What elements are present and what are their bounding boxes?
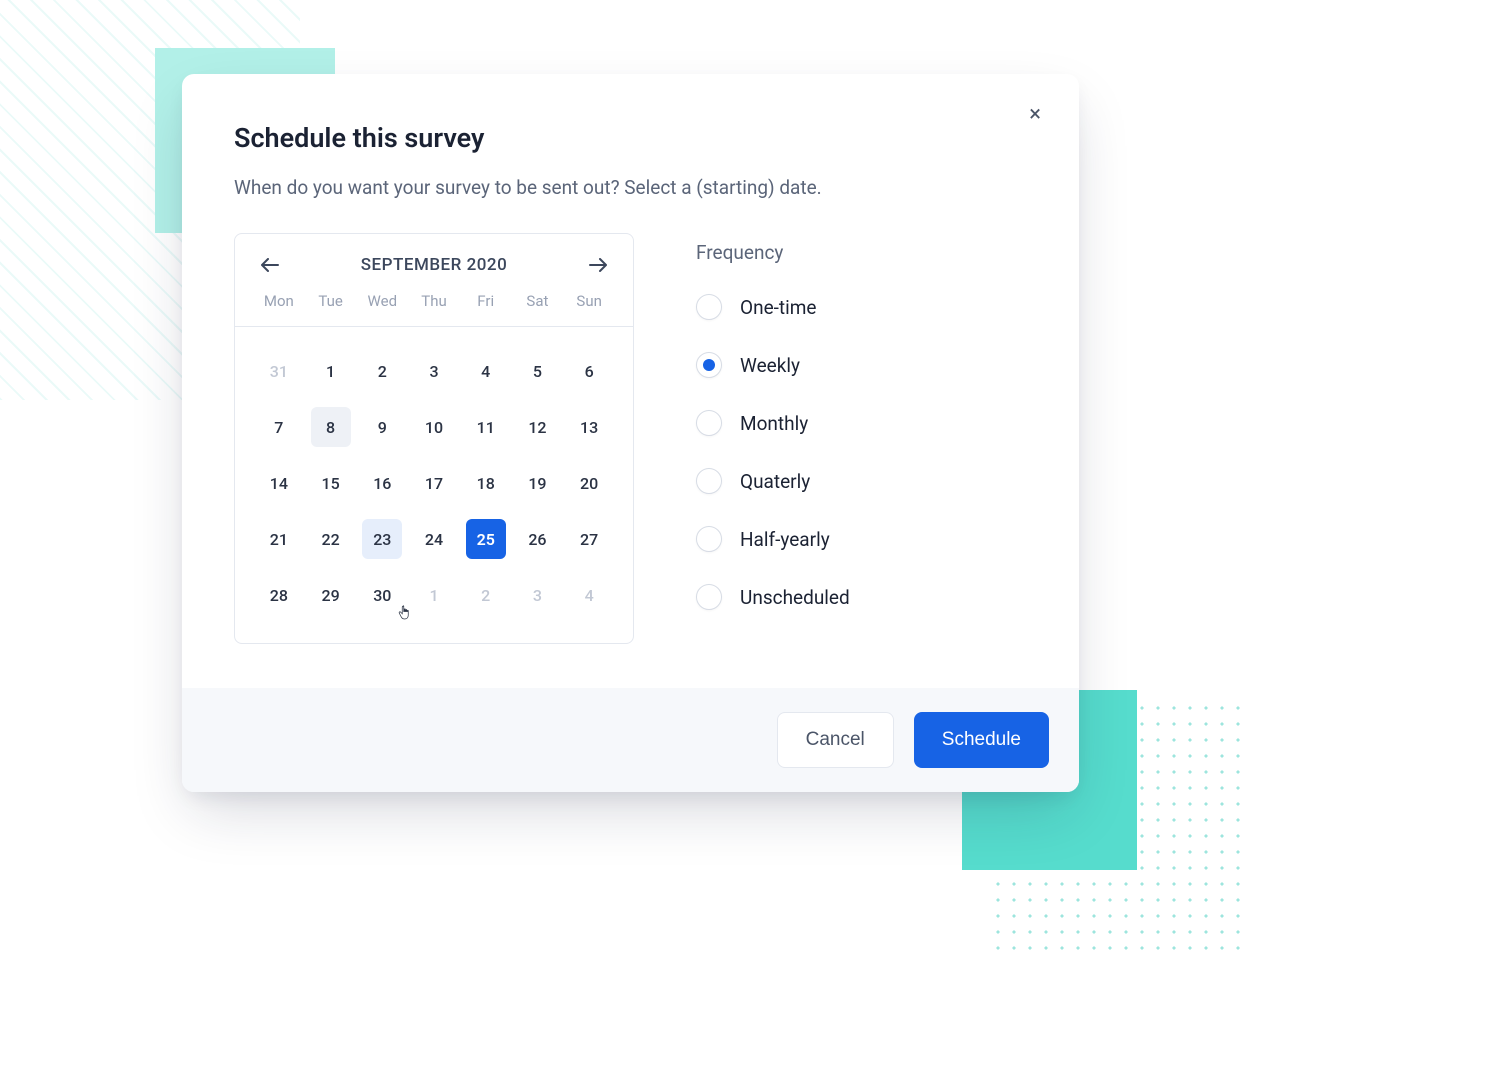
radio-icon [696,352,722,378]
calendar-day[interactable]: 31 [259,351,299,391]
calendar-day[interactable]: 18 [466,463,506,503]
cancel-button[interactable]: Cancel [777,712,894,768]
calendar-day[interactable]: 25 [466,519,506,559]
frequency-option[interactable]: Unscheduled [696,584,1027,610]
calendar-grid: 3112345678910111213141516171819202122232… [235,327,633,643]
calendar-day[interactable]: 22 [311,519,351,559]
calendar-dow-label: Sat [512,292,564,310]
frequency-option[interactable]: Weekly [696,352,1027,378]
calendar-dow-label: Sun [563,292,615,310]
frequency-option-label: One-time [740,296,816,319]
calendar-day[interactable]: 11 [466,407,506,447]
frequency-option[interactable]: One-time [696,294,1027,320]
frequency-option[interactable]: Quaterly [696,468,1027,494]
prev-month-button[interactable] [257,254,283,276]
calendar-day[interactable]: 10 [414,407,454,447]
calendar-dow-label: Fri [460,292,512,310]
schedule-survey-modal: × Schedule this survey When do you want … [182,74,1079,792]
calendar-day[interactable]: 26 [517,519,557,559]
calendar-day[interactable]: 19 [517,463,557,503]
calendar-day[interactable]: 27 [569,519,609,559]
calendar-day[interactable]: 4 [466,351,506,391]
radio-icon [696,584,722,610]
calendar-dow-label: Mon [253,292,305,310]
frequency-panel: Frequency One-time Weekly Monthly Quaterly H… [696,233,1027,644]
arrow-left-icon [261,258,279,272]
calendar-day[interactable]: 4 [569,575,609,615]
modal-subtitle: When do you want your survey to be sent … [234,176,1027,199]
radio-icon [696,410,722,436]
calendar-dow-label: Tue [305,292,357,310]
radio-icon [696,294,722,320]
calendar-day[interactable]: 1 [311,351,351,391]
frequency-option[interactable]: Half-yearly [696,526,1027,552]
calendar-day[interactable]: 17 [414,463,454,503]
calendar-day[interactable]: 28 [259,575,299,615]
calendar-day[interactable]: 7 [259,407,299,447]
calendar-day[interactable]: 13 [569,407,609,447]
calendar-day[interactable]: 2 [466,575,506,615]
frequency-option[interactable]: Monthly [696,410,1027,436]
calendar-day[interactable]: 30 [362,575,402,615]
calendar-day[interactable]: 6 [569,351,609,391]
calendar-day[interactable]: 23 [362,519,402,559]
next-month-button[interactable] [585,254,611,276]
frequency-option-label: Unscheduled [740,586,850,609]
arrow-right-icon [589,258,607,272]
calendar-day[interactable]: 9 [362,407,402,447]
frequency-option-label: Weekly [740,354,800,377]
calendar-day[interactable]: 1 [414,575,454,615]
calendar-day[interactable]: 3 [517,575,557,615]
frequency-option-label: Quaterly [740,470,810,493]
calendar-day[interactable]: 21 [259,519,299,559]
schedule-button[interactable]: Schedule [914,712,1049,768]
calendar-day[interactable]: 29 [311,575,351,615]
modal-body: Schedule this survey When do you want yo… [182,74,1079,688]
calendar-day[interactable]: 20 [569,463,609,503]
calendar-day[interactable]: 5 [517,351,557,391]
calendar-month-label: SEPTEMBER 2020 [361,255,508,275]
frequency-title: Frequency [696,241,1027,264]
calendar-day[interactable]: 2 [362,351,402,391]
modal-footer: Cancel Schedule [182,688,1079,792]
calendar-day[interactable]: 8 [311,407,351,447]
frequency-options: One-time Weekly Monthly Quaterly Half-yearly… [696,294,1027,610]
calendar-day[interactable]: 12 [517,407,557,447]
close-icon[interactable]: × [1023,96,1047,133]
radio-icon [696,468,722,494]
calendar-day[interactable]: 15 [311,463,351,503]
calendar: SEPTEMBER 2020 MonTueWedThuFriSatSun 311… [234,233,634,644]
calendar-day[interactable]: 16 [362,463,402,503]
frequency-option-label: Monthly [740,412,808,435]
frequency-option-label: Half-yearly [740,528,830,551]
calendar-day[interactable]: 24 [414,519,454,559]
modal-title: Schedule this survey [234,122,1027,154]
calendar-day[interactable]: 14 [259,463,299,503]
calendar-day[interactable]: 3 [414,351,454,391]
radio-icon [696,526,722,552]
calendar-day-headers: MonTueWedThuFriSatSun [235,292,633,327]
calendar-dow-label: Thu [408,292,460,310]
calendar-dow-label: Wed [356,292,408,310]
